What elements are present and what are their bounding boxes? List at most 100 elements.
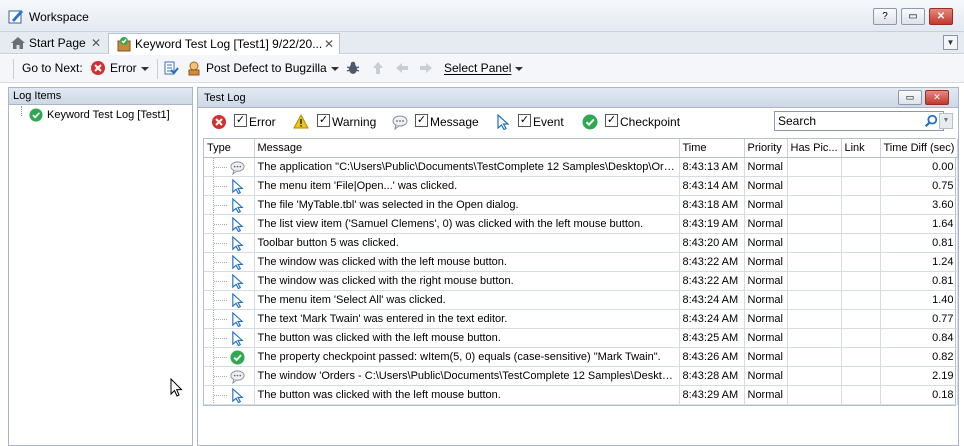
row-type-cell [204,290,255,310]
go-to-next-error-button[interactable]: Error [110,61,149,75]
select-panel-button[interactable]: Select Panel [444,61,524,75]
tree-item-keyword-test-log[interactable]: Keyword Test Log [Test1] [29,108,170,122]
warning-filter-checkbox[interactable]: ✓ [317,114,330,127]
tab-keyword-test-log[interactable]: Keyword Test Log [Test1] 9/22/20... ✕ [108,33,340,54]
table-row[interactable]: The menu item 'Select All' was clicked. 8… [204,290,958,310]
tab-start-page[interactable]: Start Page ✕ [3,33,106,54]
row-message: The window 'Orders - C:\Users\Public\Doc… [254,366,680,386]
row-has-picture [787,195,842,215]
row-type-cell [204,252,255,272]
chevron-down-icon [330,66,339,71]
tree-connector [213,271,227,289]
row-has-picture [787,176,842,196]
event-icon [232,311,244,327]
table-row[interactable]: The window 'Orders - C:\Users\Public\Doc… [204,366,958,386]
test-log-grid: Type Message Time Priority Has Pic... Li… [203,138,958,406]
restore-button[interactable]: ▭ [901,8,925,25]
copy-log-icon[interactable] [163,60,179,76]
row-time-diff: 0.82 [880,347,958,367]
test-log-title: Test Log [204,92,246,104]
row-time: 8:43:28 AM [679,366,745,386]
row-link [841,195,881,215]
tree-connector [213,366,227,384]
row-priority: Normal [744,233,788,253]
event-filter-label: Event [533,115,564,129]
test-log-header: Test Log ▭ ✕ [198,88,958,108]
bug-icon[interactable] [345,60,361,76]
row-time: 8:43:19 AM [679,214,745,234]
row-link [841,271,881,291]
table-row[interactable]: The window was clicked with the left mou… [204,252,958,272]
event-icon [232,254,244,270]
search-options-dropdown[interactable]: ▼ [939,113,953,129]
up-arrow-icon[interactable] [370,60,386,76]
column-header-time[interactable]: Time [679,139,745,158]
tree-connector [21,106,22,116]
forward-arrow-icon[interactable] [418,60,434,76]
row-message: The menu item 'Select All' was clicked. [254,290,680,310]
row-type-cell [204,176,255,196]
column-header-link[interactable]: Link [841,139,881,158]
message-filter-checkbox[interactable]: ✓ [415,114,428,127]
row-link [841,328,881,348]
table-row[interactable]: The file 'MyTable.tbl' was selected in t… [204,195,958,215]
grid-header-row: Type Message Time Priority Has Pic... Li… [204,139,958,158]
table-row[interactable]: Toolbar button 5 was clicked. 8:43:20 AM N… [204,233,958,253]
row-time: 8:43:18 AM [679,195,745,215]
row-priority: Normal [744,328,788,348]
row-type-cell [204,385,255,405]
workspace-icon [8,10,23,24]
event-filter-checkbox[interactable]: ✓ [518,114,531,127]
column-header-time-diff[interactable]: Time Diff (sec) [880,139,958,158]
tree-connector [213,176,227,194]
panel-restore-button[interactable]: ▭ [898,90,922,105]
row-link [841,252,881,272]
row-time: 8:43:13 AM [679,157,745,177]
row-link [841,157,881,177]
help-button[interactable]: ? [873,8,897,25]
row-time-diff: 1.24 [880,252,958,272]
home-icon [11,37,25,49]
search-icon[interactable] [924,114,938,128]
row-time-diff: 0.75 [880,176,958,196]
event-icon [497,114,510,130]
checkpoint-filter-checkbox[interactable]: ✓ [605,114,618,127]
row-time-diff: 0.77 [880,309,958,329]
message-filter-label: Message [430,115,479,129]
close-button[interactable]: ✕ [929,8,953,25]
table-row[interactable]: The property checkpoint passed: wItem(5,… [204,347,958,367]
table-row[interactable]: The button was clicked with the left mou… [204,328,958,348]
row-time-diff: 2.19 [880,366,958,386]
table-row[interactable]: The application "C:\Users\Public\Documen… [204,157,958,177]
search-input[interactable]: Search [774,111,944,131]
panel-close-button[interactable]: ✕ [925,90,949,105]
close-tab-icon[interactable]: ✕ [324,37,334,51]
row-priority: Normal [744,252,788,272]
tab-label: Start Page [29,36,86,50]
post-defect-button[interactable]: Post Defect to Bugzilla [206,61,339,75]
row-type-cell [204,214,255,234]
tab-label: Keyword Test Log [Test1] 9/22/20... [135,37,323,51]
row-has-picture [787,309,842,329]
table-row[interactable]: The menu item 'File|Open...' was clicked… [204,176,958,196]
back-arrow-icon[interactable] [394,60,410,76]
row-type-cell [204,233,255,253]
row-link [841,309,881,329]
table-row[interactable]: The list view item ('Samuel Clemens', 0)… [204,214,958,234]
row-time-diff: 0.00 [880,157,958,177]
column-header-priority[interactable]: Priority [744,139,788,158]
column-header-type[interactable]: Type [204,139,255,158]
table-row[interactable]: The button was clicked with the left mou… [204,385,958,405]
column-header-has-picture[interactable]: Has Pic... [787,139,842,158]
mouse-cursor-icon [170,378,183,397]
row-priority: Normal [744,214,788,234]
column-header-message[interactable]: Message [254,139,680,158]
error-filter-checkbox[interactable]: ✓ [234,114,247,127]
row-time: 8:43:29 AM [679,385,745,405]
table-row[interactable]: The window was clicked with the right mo… [204,271,958,291]
close-tab-icon[interactable]: ✕ [91,36,101,50]
tab-list-dropdown[interactable]: ▼ [943,35,958,50]
row-link [841,290,881,310]
row-priority: Normal [744,157,788,177]
table-row[interactable]: The text 'Mark Twain' was entered in the… [204,309,958,329]
